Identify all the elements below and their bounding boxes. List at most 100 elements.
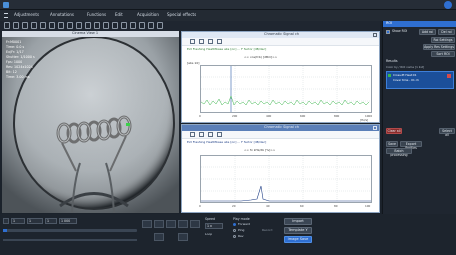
save-button[interactable]: Save: [386, 141, 398, 147]
zoom-icon[interactable]: [208, 39, 213, 44]
zoom-icon[interactable]: [208, 132, 213, 137]
last-frame-button[interactable]: [190, 220, 200, 228]
plot-window-1[interactable]: Chromatic Signal ch Ext Flashing HeatMba…: [181, 31, 380, 123]
toolbar: [0, 21, 380, 31]
plot2-plot-title: << fx kHz/db [%]>>: [244, 148, 276, 152]
layout-icon[interactable]: [94, 22, 100, 29]
overlay-line-2: Time: 0.0 s: [6, 45, 25, 49]
rewind-button[interactable]: [154, 233, 164, 241]
apply-res-settings-button[interactable]: Apply Res Settings: [423, 44, 455, 50]
video-title-bar: Cinema View 1: [2, 31, 179, 37]
video-title: Cinema View 1: [72, 31, 99, 35]
help-icon[interactable]: [444, 1, 452, 9]
histogram-icon[interactable]: [130, 22, 136, 29]
overlay-line-5: Fps: 1000: [6, 60, 23, 64]
app-logo-icon: [3, 2, 9, 8]
close-icon[interactable]: [373, 126, 377, 130]
rectangle-icon[interactable]: [58, 22, 64, 29]
frame-start-icon: [3, 218, 9, 224]
plot1-xtick-4: 800: [334, 114, 340, 118]
results-subtitle: Color by / ROI name [1 list]: [386, 65, 424, 69]
select-tool-icon[interactable]: [4, 22, 10, 29]
mode-pingpong-radio[interactable]: [233, 229, 236, 232]
zoom-out-icon[interactable]: [22, 22, 28, 29]
overlay-line-6: Res: 1024x1024: [6, 65, 33, 69]
roi-list-item-1[interactable]: Cross-Pt Heat:01: [393, 74, 416, 77]
sort-roi-button[interactable]: Sort ROI: [431, 51, 455, 57]
current-frame-field[interactable]: 1: [45, 218, 57, 224]
show-roi-checkbox[interactable]: [386, 30, 390, 34]
batch-processing-button[interactable]: Batch processing: [386, 148, 412, 157]
window-top-bar: [0, 0, 456, 10]
frame-start-field[interactable]: 1: [11, 218, 25, 224]
plot1-xtick-1: 200: [232, 114, 238, 118]
import-button[interactable]: Import: [284, 218, 312, 225]
plot2-title: Chromatic Signal ch: [264, 125, 300, 129]
plot1-xtick-3: 600: [300, 114, 306, 118]
copy-icon[interactable]: [199, 39, 204, 44]
save-icon[interactable]: [190, 132, 195, 137]
zoom-in-icon[interactable]: [13, 22, 19, 29]
video-viewport[interactable]: Fr:M0001 Time: 0.0 s Ex/Fr: 1/17 Shutter…: [2, 31, 179, 213]
image-save-button[interactable]: Image Save: [284, 236, 312, 243]
crosshair-icon[interactable]: [49, 22, 55, 29]
speed-select[interactable]: 1 x: [205, 223, 223, 229]
mode-pingpong-label: Ping: [238, 228, 245, 232]
template-button[interactable]: Template Y: [284, 227, 312, 234]
line-icon[interactable]: [67, 22, 73, 29]
show-roi-label: Show ROI: [392, 29, 408, 33]
overlay-line-7: Bit: 12: [6, 70, 17, 74]
select-all-button[interactable]: Select all: [439, 128, 455, 137]
first-frame-button[interactable]: [142, 220, 152, 228]
window-icon[interactable]: [103, 22, 109, 29]
grid-icon[interactable]: [85, 22, 91, 29]
record-label: Record: [262, 228, 273, 232]
plot1-legend: Ext Flashing HeatMbase abs [on] ... F fa…: [187, 47, 267, 51]
close-icon[interactable]: [373, 33, 377, 37]
add-roi-button[interactable]: Add roi: [419, 29, 436, 35]
play-button[interactable]: [166, 220, 176, 228]
camera-icon[interactable]: [157, 22, 163, 29]
next-frame-button[interactable]: [178, 220, 188, 228]
save-icon[interactable]: [190, 39, 195, 44]
plot1-y-label: [abs 10]: [187, 61, 200, 65]
flip-icon[interactable]: [121, 22, 127, 29]
plot2-xtick-1: 20: [232, 204, 236, 208]
export-profiles-button[interactable]: Export Profiles: [400, 141, 422, 150]
pan-icon[interactable]: [40, 22, 46, 29]
roi-list[interactable]: Cross-Pt Heat:01 Cover time - 01 ch: [386, 71, 454, 89]
ruler-icon[interactable]: [76, 22, 82, 29]
plot2-toolbar: [182, 131, 379, 139]
fit-icon[interactable]: [31, 22, 37, 29]
rotate-icon[interactable]: [112, 22, 118, 29]
overlay-line-8: Time: 3.00 ms: [6, 75, 30, 79]
plot2-xtick-3: 60: [300, 204, 304, 208]
step-field[interactable]: 1: [27, 218, 43, 224]
frame-end-field[interactable]: 1 000: [59, 218, 77, 224]
overlay-line-4: Shutter: 1/1000 s: [6, 55, 35, 59]
plot1-x-unit: [Hz/s]: [360, 118, 369, 122]
plot-window-2[interactable]: Chromatic Signal ch Ext Flashing HeatMba…: [181, 124, 380, 213]
clear-all-button[interactable]: Clear all: [386, 128, 402, 134]
mode-forward-radio[interactable]: [233, 223, 236, 226]
prev-frame-button[interactable]: [154, 220, 164, 228]
mode-forward-label: Forward: [238, 222, 251, 226]
overlay-line-1: Fr:M0001: [6, 40, 22, 44]
autoscale-icon[interactable]: [217, 39, 222, 44]
menu-icon[interactable]: [4, 13, 8, 18]
copy-icon[interactable]: [199, 132, 204, 137]
timeline-slider[interactable]: [3, 229, 137, 232]
roi-panel-header: ROI: [383, 21, 456, 27]
plot1-area[interactable]: [200, 65, 372, 113]
del-roi-button[interactable]: Del roi: [438, 29, 455, 35]
autoscale-icon[interactable]: [217, 132, 222, 137]
delete-icon[interactable]: [447, 74, 451, 78]
zoom-slider[interactable]: [3, 239, 137, 241]
roi-settings-button[interactable]: Roi Settings: [431, 37, 455, 43]
roi-list-item-2[interactable]: Cover time - 01 ch: [393, 79, 419, 82]
plot2-area[interactable]: [200, 155, 372, 203]
export-icon[interactable]: [148, 22, 154, 29]
mode-reverse-radio[interactable]: [233, 235, 236, 238]
settings-icon[interactable]: [139, 22, 145, 29]
forward-button[interactable]: [178, 233, 188, 241]
